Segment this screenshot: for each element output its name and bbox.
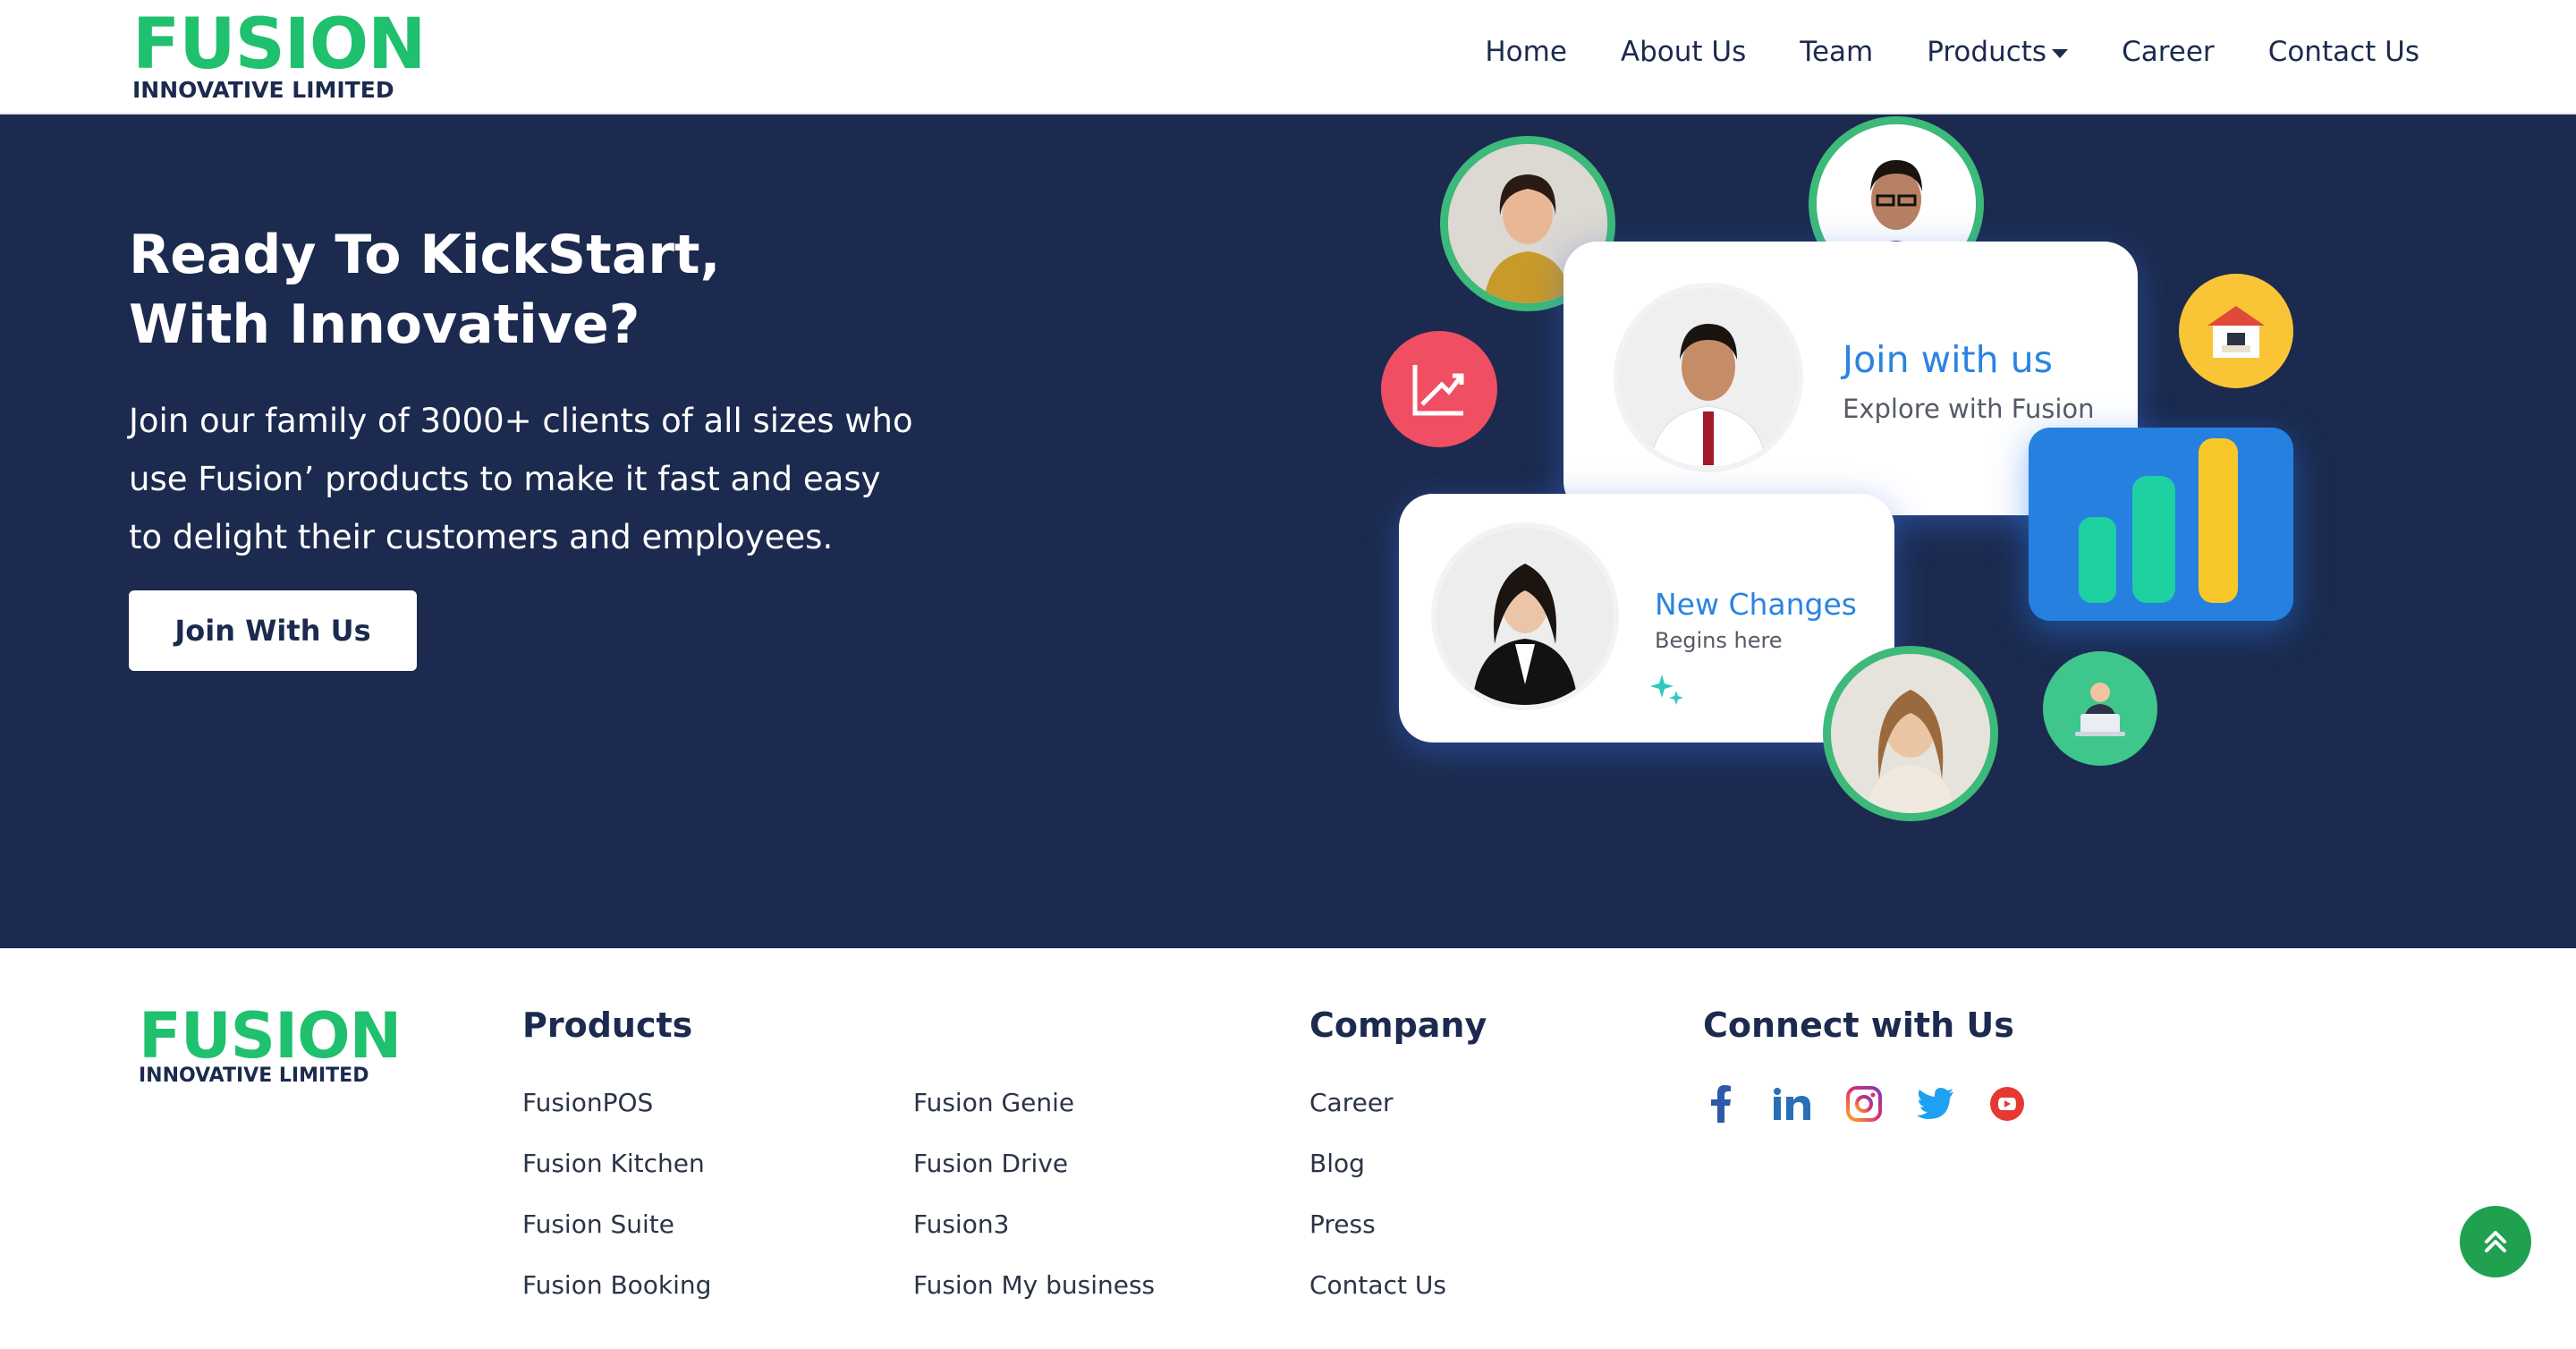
scroll-to-top-button[interactable]: [2460, 1206, 2531, 1277]
hero-illustration: Join with us Explore with Fusion New Cha…: [1342, 115, 2326, 948]
nav-contact-us[interactable]: Contact Us: [2268, 36, 2419, 68]
footer-link-fusion3[interactable]: Fusion3: [913, 1209, 1009, 1239]
avatar-woman-2: [1823, 646, 1998, 821]
nav-products-label: Products: [1927, 36, 2047, 68]
join-with-us-button[interactable]: Join With Us: [129, 590, 417, 671]
logo-brand: FUSION: [132, 4, 426, 85]
footer-link-fusionpos[interactable]: FusionPOS: [522, 1088, 653, 1117]
footer-link-fusion-kitchen[interactable]: Fusion Kitchen: [522, 1149, 705, 1178]
nav-about-label: About Us: [1620, 36, 1747, 68]
footer-link-fusion-drive[interactable]: Fusion Drive: [913, 1149, 1068, 1178]
site-footer: FUSION INNOVATIVE LIMITED Products Fusio…: [0, 948, 2576, 1349]
footer-logo-subtitle: INNOVATIVE LIMITED: [139, 1065, 369, 1087]
card-new-changes-subtitle: Begins here: [1655, 628, 1783, 653]
footer-link-blog[interactable]: Blog: [1309, 1149, 1365, 1178]
laptop-user-icon: [2043, 651, 2157, 766]
shop-icon: [2179, 274, 2293, 388]
nav-team-label: Team: [1800, 36, 1874, 68]
footer-link-fusion-booking[interactable]: Fusion Booking: [522, 1270, 711, 1300]
hero-description: Join our family of 3000+ clients of all …: [129, 402, 913, 556]
main-nav: Home About Us Team Products Career Conta…: [1431, 36, 2419, 68]
footer-link-contact-us[interactable]: Contact Us: [1309, 1270, 1446, 1300]
caret-down-icon: [2052, 49, 2069, 58]
facebook-icon[interactable]: [1701, 1084, 1741, 1124]
footer-link-fusion-my-business[interactable]: Fusion My business: [913, 1270, 1155, 1300]
bar-chart-icon: [2079, 438, 2238, 603]
footer-logo-brand: FUSION: [139, 999, 402, 1073]
nav-contact-label: Contact Us: [2267, 36, 2419, 68]
footer-products-heading: Products: [522, 1005, 693, 1045]
new-changes-card: New Changes Begins here: [1399, 494, 1894, 742]
card-portrait-woman: [1431, 522, 1619, 710]
footer-logo[interactable]: FUSION INNOVATIVE LIMITED: [139, 999, 402, 1087]
footer-link-fusion-suite[interactable]: Fusion Suite: [522, 1209, 674, 1239]
sparkle-icon: [1650, 674, 1683, 705]
linkedin-icon[interactable]: [1773, 1084, 1812, 1124]
card-join-title: Join with us: [1843, 338, 2053, 381]
hero-title: Ready To KickStart, With Innovative?: [129, 220, 934, 360]
logo-subtitle: INNOVATIVE LIMITED: [132, 77, 394, 103]
footer-connect-heading: Connect with Us: [1703, 1005, 2014, 1045]
nav-career-label: Career: [2122, 36, 2215, 68]
nav-products-dropdown[interactable]: Products: [1927, 36, 2069, 68]
card-portrait-man: [1614, 283, 1803, 472]
nav-team[interactable]: Team: [1800, 36, 1873, 68]
nav-home-label: Home: [1485, 36, 1567, 68]
card-new-changes-title: New Changes: [1655, 587, 1858, 622]
bar-chart-card: [2029, 428, 2293, 621]
footer-company-heading: Company: [1309, 1005, 1487, 1045]
nav-home[interactable]: Home: [1485, 36, 1567, 68]
twitter-icon[interactable]: [1916, 1084, 1955, 1124]
instagram-icon[interactable]: [1844, 1084, 1884, 1124]
header-logo[interactable]: FUSION INNOVATIVE LIMITED: [132, 4, 426, 103]
hero-title-line2: With Innovative?: [129, 293, 640, 356]
footer-link-fusion-genie[interactable]: Fusion Genie: [913, 1088, 1074, 1117]
nav-career[interactable]: Career: [2122, 36, 2215, 68]
nav-about-us[interactable]: About Us: [1621, 36, 1746, 68]
trend-chart-icon: [1381, 331, 1497, 447]
site-header: FUSION INNOVATIVE LIMITED Home About Us …: [0, 0, 2576, 115]
hero-section: Ready To KickStart, With Innovative? Joi…: [0, 115, 2576, 948]
youtube-icon[interactable]: [1987, 1084, 2027, 1124]
footer-link-press[interactable]: Press: [1309, 1209, 1376, 1239]
hero-title-line1: Ready To KickStart,: [129, 224, 721, 286]
footer-link-career[interactable]: Career: [1309, 1088, 1394, 1117]
double-chevron-up-icon: [2485, 1231, 2506, 1252]
card-join-subtitle: Explore with Fusion: [1843, 394, 2095, 424]
